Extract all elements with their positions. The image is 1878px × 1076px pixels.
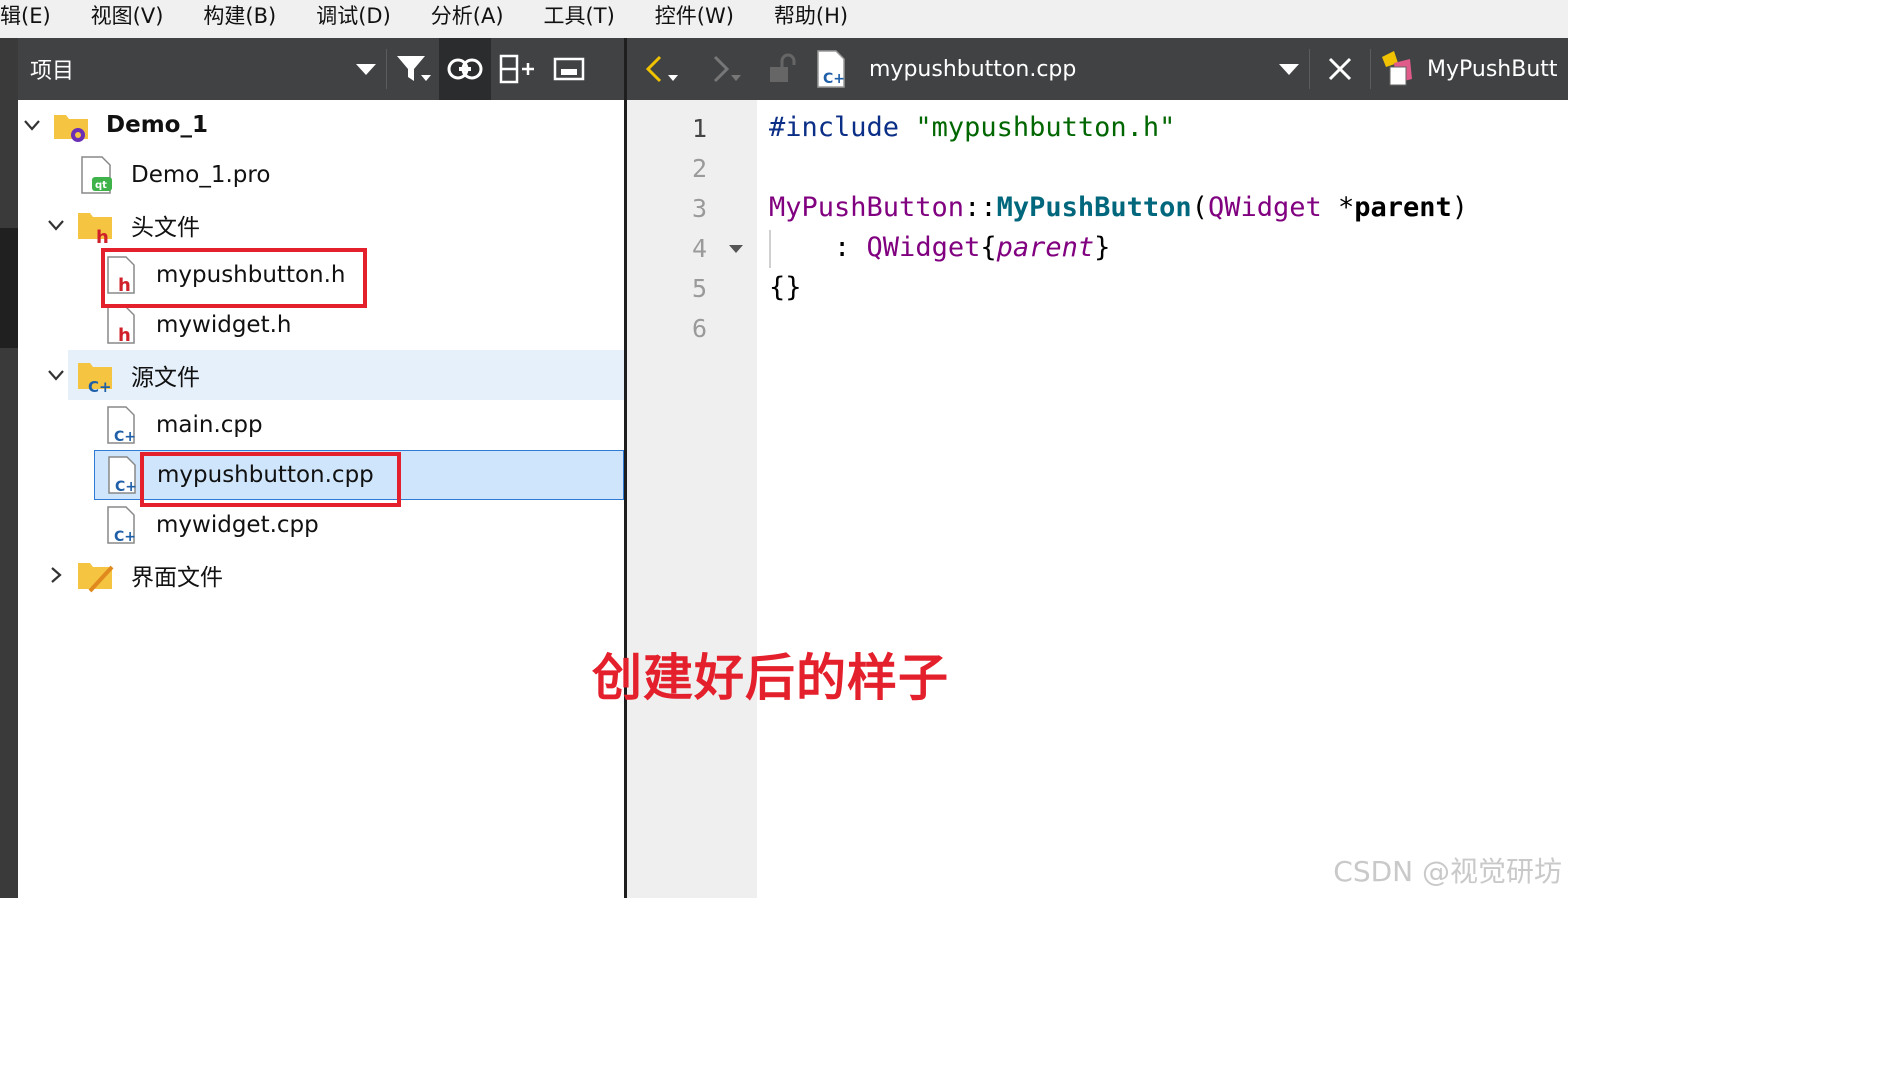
line-number: 1 [691, 114, 707, 143]
svg-text:h: h [96, 227, 109, 245]
line-number-gutter: 1 2 3 4 5 6 [627, 100, 757, 898]
tree-item-sources-folder[interactable]: C+ 源文件 [48, 350, 624, 400]
tree-label: mywidget.cpp [156, 512, 319, 538]
tree-item-forms-folder[interactable]: 界面文件 [18, 550, 624, 600]
code-token: MyPushButton [769, 192, 965, 223]
editor-toolbar: C+ mypushbutton.cpp MyPushButt [627, 38, 1568, 100]
line-number: 2 [691, 154, 707, 183]
close-file-icon[interactable] [1310, 38, 1370, 100]
mode-sidebar [0, 38, 18, 898]
qt-project-file-icon: qt [78, 155, 118, 195]
svg-text:C+: C+ [114, 429, 136, 445]
code-token: QWidget [866, 232, 981, 263]
tree-item-source-file[interactable]: C+ main.cpp [18, 400, 624, 450]
code-editor[interactable]: #include "mypushbutton.h" MyPushButton::… [757, 100, 1568, 898]
mode-indicator [0, 228, 18, 348]
chevron-down-icon[interactable] [22, 115, 42, 135]
cpp-file-icon: C+ [105, 455, 145, 495]
menu-analyze[interactable]: 分析(A) [411, 0, 524, 38]
svg-text:C+: C+ [823, 71, 845, 87]
code-line-5: {} [769, 272, 802, 303]
split-add-icon[interactable] [491, 38, 543, 100]
code-line-3: MyPushButton::MyPushButton(QWidget *pare… [769, 192, 1468, 223]
menu-help[interactable]: 帮助(H) [754, 0, 868, 38]
back-arrow-icon[interactable] [627, 38, 697, 100]
line-number: 4 [691, 234, 707, 263]
filter-icon[interactable] [387, 38, 439, 100]
highlight-box-source [140, 452, 401, 507]
code-token: "mypushbutton.h" [915, 112, 1176, 143]
file-dropdown-icon[interactable] [1269, 38, 1309, 100]
pane-dropdown-icon[interactable] [346, 38, 386, 100]
line-number: 5 [691, 274, 707, 303]
line-number: 3 [691, 194, 707, 223]
class-selector[interactable]: MyPushButt [1427, 57, 1558, 82]
header-file-icon: h [104, 305, 144, 346]
tree-label: 源文件 [131, 365, 200, 391]
code-line-4: : QWidget{parent} [769, 232, 1110, 263]
code-token: ( [1191, 192, 1208, 223]
chevron-down-icon[interactable] [46, 365, 66, 385]
project-pane-title: 项目 [30, 59, 75, 84]
menu-tools[interactable]: 工具(T) [524, 0, 635, 38]
line-number: 6 [691, 314, 707, 343]
tree-item-headers-folder[interactable]: h 头文件 [18, 200, 624, 250]
menu-widgets[interactable]: 控件(W) [635, 0, 754, 38]
menu-debug[interactable]: 调试(D) [296, 0, 411, 38]
code-token: * [1321, 192, 1355, 223]
open-file-name[interactable]: mypushbutton.cpp [869, 57, 1269, 82]
code-token: ) [1451, 192, 1469, 223]
fold-marker-icon[interactable] [729, 245, 743, 253]
watermark: CSDN @视觉研坊 [1333, 855, 1562, 888]
tree-item-pro-file[interactable]: qt Demo_1.pro [18, 150, 624, 200]
code-token: parent [1354, 192, 1452, 223]
project-folder-icon [52, 105, 92, 145]
highlight-box-header [101, 248, 367, 308]
code-token: { [980, 232, 997, 263]
code-token: } [1094, 232, 1111, 263]
svg-text:h: h [118, 325, 131, 345]
code-token: : [769, 232, 867, 263]
close-pane-icon[interactable] [543, 38, 595, 100]
forward-arrow-icon[interactable] [697, 38, 757, 100]
cpp-file-icon: C+ [104, 405, 144, 445]
tree-label: Demo_1 [106, 112, 208, 138]
cpp-file-icon: C+ [807, 38, 857, 100]
code-token: {} [769, 272, 802, 303]
code-token: #include [769, 112, 900, 143]
code-token: QWidget [1207, 192, 1322, 223]
chevron-down-icon[interactable] [46, 215, 66, 235]
project-tree: Demo_1 qt Demo_1.pro h 头文件 h mypushbutto… [18, 100, 624, 898]
annotation-text: 创建好后的样子 [592, 649, 949, 707]
menu-edit[interactable]: 辑(E) [0, 0, 71, 38]
menu-build[interactable]: 构建(B) [183, 0, 296, 38]
svg-text:qt: qt [95, 180, 107, 191]
tree-label: 头文件 [131, 215, 200, 241]
tree-item-project[interactable]: Demo_1 [18, 100, 624, 150]
lock-icon[interactable] [757, 38, 807, 100]
code-token: MyPushButton [996, 192, 1192, 223]
tree-item-source-file[interactable]: C+ mywidget.cpp [18, 500, 624, 550]
project-pane-header: 项目 [18, 38, 626, 100]
code-line-1: #include "mypushbutton.h" [769, 112, 1175, 143]
tree-label: mywidget.h [156, 312, 292, 338]
svg-text:C+: C+ [115, 479, 137, 495]
cpp-file-icon: C+ [104, 505, 144, 545]
forms-folder-icon [76, 555, 116, 595]
class-symbol-icon [1371, 38, 1421, 100]
svg-text:C+: C+ [114, 529, 136, 545]
menu-view[interactable]: 视图(V) [71, 0, 184, 38]
code-token: :: [964, 192, 997, 223]
menu-bar: 辑(E) 视图(V) 构建(B) 调试(D) 分析(A) 工具(T) 控件(W)… [0, 0, 1568, 39]
chevron-right-icon[interactable] [46, 565, 66, 585]
tree-label: Demo_1.pro [131, 162, 271, 188]
source-folder-icon: C+ [76, 355, 116, 396]
link-icon[interactable] [439, 38, 491, 100]
code-token: parent [996, 232, 1095, 263]
tree-label: 界面文件 [131, 565, 223, 591]
tree-label: main.cpp [156, 412, 263, 438]
header-folder-icon: h [76, 205, 116, 248]
svg-text:C+: C+ [88, 378, 112, 395]
